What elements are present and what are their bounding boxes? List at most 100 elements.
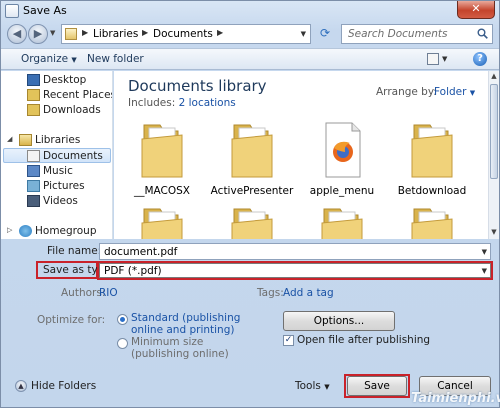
library-title: Documents library <box>128 77 267 95</box>
arrange-by-dropdown[interactable]: Folder ▼ <box>434 86 475 98</box>
address-dropdown-icon[interactable]: ▼ <box>301 30 306 38</box>
optimize-for-label: Optimize for: <box>37 314 106 326</box>
sidebar-item-homegroup[interactable]: ▷ Homegroup <box>1 224 111 239</box>
sidebar-item-libraries[interactable]: ◢ Libraries <box>1 133 111 148</box>
chevron-down-icon[interactable]: ▼ <box>482 267 487 275</box>
sidebar-item-documents[interactable]: Documents <box>3 148 111 163</box>
scroll-up-icon[interactable]: ▲ <box>489 72 499 82</box>
hide-folders-label: Hide Folders <box>31 380 97 392</box>
change-view-icon[interactable] <box>427 53 439 65</box>
folder-icon <box>141 208 183 239</box>
breadcrumb-separator-icon[interactable]: ▶ <box>142 28 148 37</box>
folder-item[interactable] <box>390 199 474 239</box>
vertical-scrollbar[interactable]: ▲ ▼ <box>488 71 499 239</box>
chevron-up-icon: ▲ <box>15 380 27 392</box>
chevron-down-icon[interactable]: ▼ <box>482 248 487 256</box>
folder-name: ActivePresenter <box>210 185 294 197</box>
sidebar-item-music[interactable]: Music <box>1 164 111 179</box>
window-title: Save As <box>23 4 67 17</box>
optimize-standard-line1: Standard (publishing <box>131 312 241 324</box>
back-button[interactable]: ◀ <box>7 24 27 44</box>
help-button[interactable]: ? <box>473 52 487 66</box>
breadcrumb-separator-icon[interactable]: ▶ <box>217 28 223 37</box>
folder-icon <box>411 208 453 239</box>
save-as-dialog: Save As ✕ ◀ ▶ ▼ ▶ Libraries ▶ Documents … <box>0 0 500 408</box>
recent-places-icon <box>27 89 40 101</box>
search-input[interactable]: Search Documents <box>341 24 493 44</box>
refresh-button[interactable]: ⟳ <box>316 26 334 42</box>
folder-item[interactable] <box>300 199 384 239</box>
videos-icon <box>27 195 40 207</box>
includes-label: Includes: <box>128 97 176 109</box>
forward-button[interactable]: ▶ <box>28 24 48 44</box>
new-folder-button[interactable]: New folder <box>87 53 144 65</box>
optimize-standard-radio[interactable] <box>117 314 128 325</box>
arrange-by-value: Folder <box>434 86 467 98</box>
sidebar-item-label: Downloads <box>43 104 101 116</box>
homegroup-icon <box>19 225 32 237</box>
tools-menu[interactable]: Tools ▼ <box>295 380 330 392</box>
tags-field[interactable]: Add a tag <box>283 287 334 299</box>
sidebar-item-label: Videos <box>43 195 78 207</box>
sidebar-item-label: Documents <box>43 150 103 162</box>
title-bar: Save As ✕ <box>1 1 499 21</box>
folder-item[interactable]: apple_menu <box>300 115 384 197</box>
folder-item[interactable]: Betdownload <box>390 115 474 197</box>
library-includes: Includes: 2 locations <box>128 97 236 109</box>
sidebar-item-label: Pictures <box>43 180 85 192</box>
app-icon <box>5 4 19 18</box>
open-after-publishing-label[interactable]: Open file after publishing <box>297 334 430 346</box>
folder-item[interactable]: ActivePresenter <box>210 115 294 197</box>
sidebar-item-recent-places[interactable]: Recent Places <box>1 88 113 103</box>
tools-label: Tools <box>295 380 321 392</box>
optimize-minimum-line2: (publishing online) <box>131 348 229 360</box>
file-list-pane: Documents library Includes: 2 locations … <box>114 71 488 239</box>
folder-item[interactable] <box>120 199 204 239</box>
organize-label: Organize <box>21 53 69 65</box>
scroll-down-icon[interactable]: ▼ <box>489 228 499 238</box>
folder-item[interactable] <box>210 199 294 239</box>
sidebar-item-videos[interactable]: Videos <box>1 194 111 209</box>
folder-item[interactable]: __MACOSX <box>120 115 204 197</box>
breadcrumb-libraries[interactable]: Libraries <box>93 28 138 40</box>
sidebar-item-downloads[interactable]: Downloads <box>1 103 111 118</box>
save-options-panel: File name: document.pdf ▼ Save as type: … <box>1 239 500 407</box>
sidebar-item-label: Music <box>43 165 73 177</box>
includes-locations-link[interactable]: 2 locations <box>179 97 236 109</box>
arrange-by-label: Arrange by: <box>376 86 437 98</box>
expand-icon[interactable]: ▷ <box>7 226 12 234</box>
file-name-field[interactable]: document.pdf ▼ <box>99 243 491 260</box>
optimize-standard-label[interactable]: Standard (publishing online and printing… <box>131 312 240 336</box>
open-after-publishing-checkbox[interactable]: ✓ <box>283 335 294 346</box>
optimize-minimum-radio[interactable] <box>117 338 128 349</box>
optimize-minimum-line1: Minimum size <box>131 336 204 348</box>
breadcrumb-documents[interactable]: Documents <box>153 28 213 40</box>
recent-pages-dropdown[interactable]: ▼ <box>50 29 55 37</box>
tags-label: Tags: <box>257 287 284 299</box>
collapse-icon[interactable]: ◢ <box>7 135 12 143</box>
view-dropdown-icon[interactable]: ▼ <box>442 55 447 63</box>
authors-field[interactable]: RIO <box>99 287 118 299</box>
watermark: Taimienphi.vn <box>411 391 500 406</box>
breadcrumb-separator-icon[interactable]: ▶ <box>82 28 88 37</box>
music-icon <box>27 165 40 177</box>
close-button[interactable]: ✕ <box>457 1 495 19</box>
sidebar-item-desktop[interactable]: Desktop <box>1 73 111 88</box>
firefox-document-icon <box>325 122 361 178</box>
navigation-pane: Desktop Recent Places Downloads ◢ Librar… <box>1 71 113 239</box>
save-button[interactable]: Save <box>347 376 407 396</box>
libraries-icon <box>19 134 32 146</box>
sidebar-item-pictures[interactable]: Pictures <box>1 179 111 194</box>
optimize-minimum-label[interactable]: Minimum size (publishing online) <box>131 336 229 360</box>
sidebar-item-label: Homegroup <box>35 225 97 237</box>
search-placeholder: Search Documents <box>348 28 448 40</box>
address-bar[interactable]: ▶ Libraries ▶ Documents ▶ ▼ <box>61 24 311 44</box>
folder-icon <box>321 208 363 239</box>
sidebar-item-label: Recent Places <box>43 89 113 101</box>
scroll-thumb[interactable] <box>490 84 498 179</box>
save-as-type-dropdown[interactable]: PDF (*.pdf) ▼ <box>99 263 491 278</box>
organize-menu[interactable]: Organize ▼ <box>21 53 77 65</box>
folder-icon <box>411 124 453 178</box>
options-button[interactable]: Options... <box>283 311 395 331</box>
sidebar-item-label: Desktop <box>43 74 87 86</box>
